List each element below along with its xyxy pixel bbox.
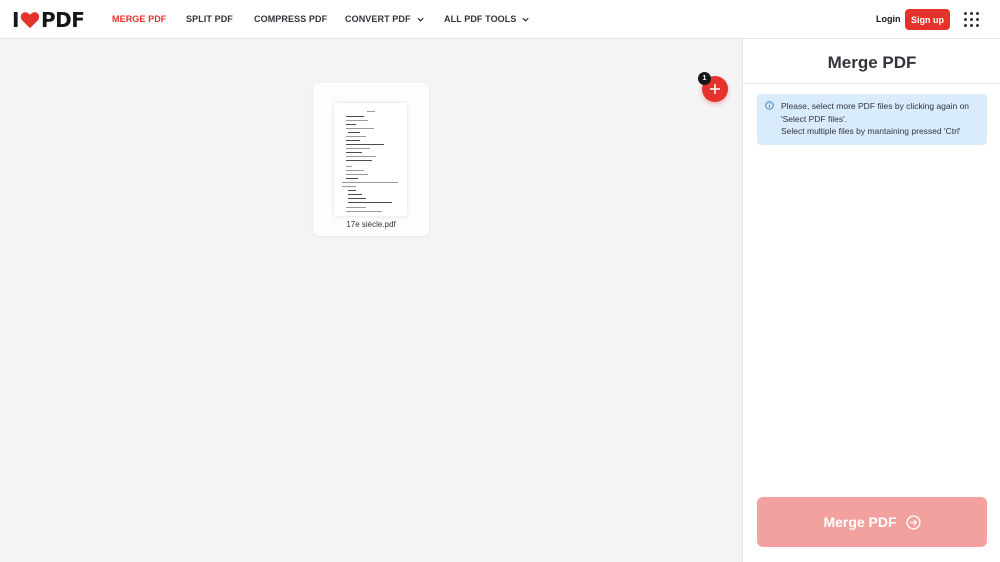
chevron-down-icon	[416, 17, 424, 22]
nav-convert-pdf[interactable]: CONVERT PDF	[345, 14, 425, 24]
file-card[interactable]: 17e siècle.pdf	[313, 83, 429, 236]
arrow-right-circle-icon	[906, 514, 921, 530]
nav-all-pdf-tools[interactable]: ALL PDF TOOLS	[444, 14, 530, 24]
grid-icon[interactable]	[964, 12, 979, 27]
divider	[743, 83, 1000, 84]
info-alert: Please, select more PDF files by clickin…	[757, 94, 987, 145]
signup-button[interactable]: Sign up	[905, 9, 950, 30]
top-header: I PDF MERGE PDF SPLIT PDF COMPRESS PDF C…	[0, 0, 1000, 39]
nav-label: MERGE PDF	[112, 14, 167, 24]
info-line: Please, select more PDF files by clickin…	[781, 101, 970, 111]
ilovepdf-logo[interactable]: I PDF	[12, 8, 85, 32]
pdf-thumbnail	[334, 103, 407, 216]
login-link[interactable]: Login	[876, 14, 901, 24]
heart-icon	[20, 12, 40, 29]
chevron-down-icon	[522, 17, 530, 22]
nav-merge-pdf[interactable]: MERGE PDF	[112, 14, 166, 24]
info-line: 'Select PDF files'.	[781, 113, 848, 124]
logo-pdf-text: PDF	[40, 8, 85, 32]
plus-icon	[710, 84, 720, 94]
options-sidebar: Merge PDF Please, select more PDF files …	[742, 39, 1000, 562]
nav-label: COMPRESS PDF	[254, 14, 328, 24]
info-message: Please, select more PDF files by clickin…	[781, 100, 969, 138]
nav-split-pdf[interactable]: SPLIT PDF	[186, 14, 233, 24]
merge-pdf-button[interactable]: Merge PDF	[757, 497, 987, 547]
info-line: Select multiple files by mantaining pres…	[781, 126, 961, 136]
file-workspace: 17e siècle.pdf 1	[0, 39, 742, 562]
info-icon	[765, 101, 774, 110]
nav-label: SPLIT PDF	[186, 14, 233, 24]
file-count-badge: 1	[698, 72, 711, 85]
nav-compress-pdf[interactable]: COMPRESS PDF	[254, 14, 327, 24]
logo-letter-i: I	[12, 8, 19, 32]
nav-label: ALL PDF TOOLS	[444, 14, 517, 24]
merge-button-label: Merge PDF	[823, 514, 897, 530]
sidebar-title: Merge PDF	[827, 53, 917, 72]
nav-label: CONVERT PDF	[345, 14, 411, 24]
file-name: 17e siècle.pdf	[346, 220, 396, 229]
